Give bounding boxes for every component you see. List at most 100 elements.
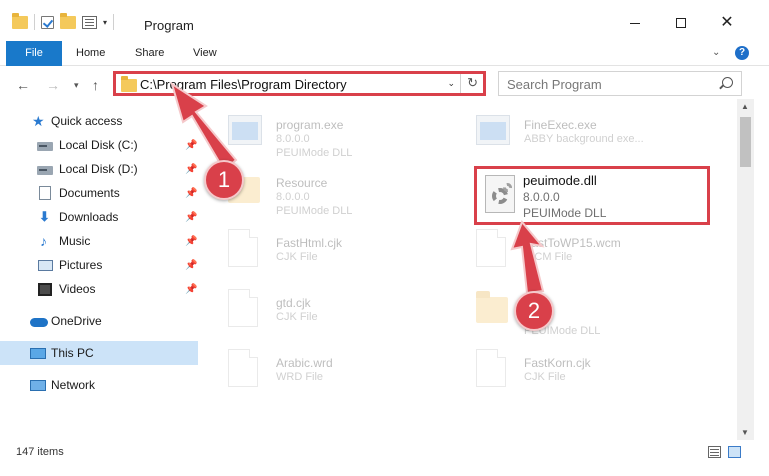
- ribbon-tabs: File Home Share View ⌄ ?: [0, 41, 769, 66]
- vertical-scrollbar[interactable]: ▲ ▼: [737, 99, 754, 440]
- up-arrow-icon[interactable]: ↑: [92, 77, 99, 93]
- chevron-down-icon[interactable]: ▾: [103, 18, 107, 27]
- sidebar-item-label: Quick access: [51, 114, 123, 128]
- tab-file[interactable]: File: [6, 41, 62, 66]
- properties-check-icon[interactable]: [41, 15, 54, 29]
- step-2-badge: 2: [514, 291, 554, 331]
- file-name: program.exe: [276, 118, 344, 132]
- status-bar: 147 items: [0, 442, 769, 464]
- search-box[interactable]: Search Program: [498, 71, 742, 96]
- refresh-icon[interactable]: ↻: [467, 75, 478, 91]
- maximize-icon: [676, 18, 686, 28]
- exe-icon: [476, 115, 510, 145]
- tab-home[interactable]: Home: [76, 41, 105, 66]
- sidebar-item-music[interactable]: ♪ Music 📌: [0, 229, 198, 253]
- quick-access-toolbar: ▾: [12, 12, 115, 30]
- sidebar-item-this-pc[interactable]: This PC: [0, 341, 198, 365]
- file-version: 8.0.0.0: [523, 190, 560, 204]
- customize-toolbar-icon[interactable]: [82, 15, 97, 29]
- search-icon[interactable]: [722, 77, 733, 88]
- back-arrow-icon[interactable]: ←: [16, 77, 30, 93]
- sidebar-item-videos[interactable]: Videos 📌: [0, 277, 198, 301]
- sidebar-item-local-disk-d[interactable]: Local Disk (D:) 📌: [0, 157, 198, 181]
- sidebar-item-quick-access[interactable]: ★ Quick access: [0, 109, 198, 133]
- pin-icon[interactable]: 📌: [185, 284, 197, 295]
- sidebar-item-onedrive[interactable]: OneDrive: [0, 309, 198, 333]
- file-detail: CJK File: [524, 371, 566, 383]
- toolbar-divider: [34, 14, 35, 30]
- file-detail: CJK File: [276, 251, 318, 263]
- file-detail: CJK File: [276, 311, 318, 323]
- file-description: PEUIMode DLL: [523, 206, 607, 220]
- file-detail: 8.0.0.0: [276, 133, 310, 145]
- file-item[interactable]: FineExec.exe ABBY background exe...: [476, 111, 716, 169]
- file-list: program.exe 8.0.0.0 PEUIMode DLL FineExe…: [204, 105, 737, 440]
- file-name: FastHtml.cjk: [276, 236, 342, 250]
- new-folder-icon[interactable]: [60, 12, 76, 29]
- star-icon: ★: [32, 113, 45, 129]
- pin-icon[interactable]: 📌: [185, 260, 197, 271]
- file-item[interactable]: Resource 8.0.0.0 PEUIMode DLL: [228, 169, 468, 227]
- address-path[interactable]: C:\Program Files\Program Directory: [140, 77, 347, 92]
- file-item[interactable]: PEUIMode DLL: [476, 289, 716, 347]
- pin-icon[interactable]: 📌: [185, 188, 197, 199]
- file-item[interactable]: FastKorn.cjk CJK File: [476, 349, 716, 407]
- file-item[interactable]: Arabic.wrd WRD File: [228, 349, 468, 407]
- file-detail: 8.0.0.0: [276, 191, 310, 203]
- pin-icon[interactable]: 📌: [185, 164, 197, 175]
- scroll-up-icon[interactable]: ▲: [741, 102, 749, 111]
- pin-icon[interactable]: 📌: [185, 140, 197, 151]
- address-divider: [460, 74, 461, 93]
- file-item[interactable]: FastToWP15.wcm WCM File: [476, 229, 716, 287]
- file-name: gtd.cjk: [276, 296, 311, 310]
- sidebar-item-local-disk-c[interactable]: Local Disk (C:) 📌: [0, 133, 198, 157]
- folder-icon: [476, 291, 508, 323]
- music-icon: ♪: [40, 233, 47, 249]
- tab-share[interactable]: Share: [135, 41, 164, 66]
- videos-icon: [38, 282, 52, 296]
- folder-icon: [121, 76, 137, 92]
- address-bar[interactable]: C:\Program Files\Program Directory ⌄ ↻: [113, 71, 486, 96]
- large-icons-view-icon[interactable]: [728, 446, 741, 458]
- file-name: peuimode.dll: [523, 173, 597, 188]
- file-item[interactable]: program.exe 8.0.0.0 PEUIMode DLL: [228, 111, 468, 169]
- highlighted-file-peuimode-dll[interactable]: peuimode.dll 8.0.0.0 PEUIMode DLL: [474, 166, 710, 225]
- pin-icon[interactable]: 📌: [185, 212, 197, 223]
- document-icon: [228, 289, 258, 327]
- help-icon[interactable]: ?: [735, 46, 749, 60]
- folder-icon: [12, 12, 28, 29]
- sidebar-item-label: Documents: [59, 186, 120, 200]
- document-icon: [228, 229, 258, 267]
- scroll-down-icon[interactable]: ▼: [741, 428, 749, 437]
- close-button[interactable]: ✕: [704, 8, 750, 38]
- network-icon: [30, 379, 46, 391]
- sidebar-item-documents[interactable]: Documents 📌: [0, 181, 198, 205]
- file-name: FineExec.exe: [524, 118, 597, 132]
- forward-arrow-icon[interactable]: →: [46, 77, 60, 93]
- sidebar-item-label: Network: [51, 378, 96, 392]
- file-item[interactable]: gtd.cjk CJK File: [228, 289, 468, 347]
- file-item[interactable]: FastHtml.cjk CJK File: [228, 229, 468, 287]
- gear-icon: [503, 183, 512, 192]
- recent-locations-chevron-icon[interactable]: ▾: [74, 80, 79, 91]
- file-detail: PEUIMode DLL: [276, 205, 353, 217]
- pin-icon[interactable]: 📌: [185, 236, 197, 247]
- search-input[interactable]: Search Program: [507, 77, 602, 92]
- minimize-button[interactable]: [612, 8, 658, 38]
- title-bar: ▾ Program ✕: [0, 0, 769, 41]
- maximize-button[interactable]: [658, 8, 704, 38]
- sidebar-item-label: Local Disk (C:): [59, 138, 138, 152]
- window-title: Program: [144, 18, 194, 33]
- expand-ribbon-icon[interactable]: ⌄: [712, 47, 720, 58]
- sidebar-item-downloads[interactable]: ⬇ Downloads 📌: [0, 205, 198, 229]
- scroll-thumb[interactable]: [740, 117, 751, 167]
- sidebar-item-pictures[interactable]: Pictures 📌: [0, 253, 198, 277]
- minimize-icon: [630, 22, 640, 24]
- details-view-icon[interactable]: [708, 446, 721, 458]
- file-name: FastToWP15.wcm: [524, 236, 621, 250]
- tab-view[interactable]: View: [193, 41, 217, 66]
- chevron-down-icon[interactable]: ⌄: [447, 78, 455, 89]
- drive-icon: [37, 166, 53, 175]
- sidebar-item-network[interactable]: Network: [0, 373, 198, 397]
- toolbar-divider: [113, 14, 115, 30]
